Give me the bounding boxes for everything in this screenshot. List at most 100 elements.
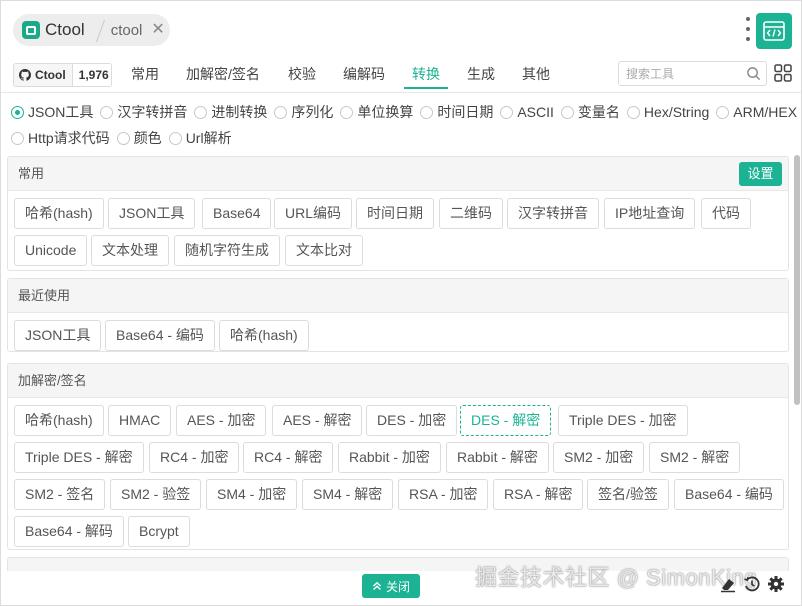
tool-button[interactable]: Rabbit - 加密 xyxy=(338,442,441,473)
tab-ctool-active[interactable]: Ctool xyxy=(13,14,99,46)
radio-circle[interactable] xyxy=(116,131,130,145)
tool-button[interactable]: Base64 - 编码 xyxy=(105,320,215,351)
tool-button[interactable]: 文本处理 xyxy=(91,235,169,266)
tool-button[interactable]: 哈希(hash) xyxy=(14,405,104,436)
tool-button[interactable]: IP地址查询 xyxy=(604,198,696,229)
radio-label: ARM/HEX xyxy=(733,104,798,120)
settings-button[interactable]: 设置 xyxy=(739,162,782,186)
tool-button[interactable]: RSA - 加密 xyxy=(398,479,489,510)
tool-button[interactable]: HMAC xyxy=(108,405,172,436)
tool-button[interactable]: 签名/验签 xyxy=(587,479,669,510)
radio-label: 进制转换 xyxy=(211,104,268,120)
tool-button[interactable]: SM4 - 加密 xyxy=(206,479,298,510)
feature-radio-group-2: Http请求代码 颜色 Url解析 xyxy=(11,128,239,148)
feature-radio-item-3[interactable]: 序列化 xyxy=(274,102,333,122)
feature-radio-item-1[interactable]: 汉字转拼音 xyxy=(100,102,187,122)
tool-button[interactable]: RC4 - 解密 xyxy=(243,442,334,473)
tool-button[interactable]: Bcrypt xyxy=(128,516,190,547)
history-icon[interactable] xyxy=(743,575,761,593)
radio-circle[interactable] xyxy=(716,105,730,119)
settings-icon[interactable] xyxy=(767,575,785,593)
radio-circle[interactable] xyxy=(560,105,574,119)
tool-button[interactable]: 哈希(hash) xyxy=(14,198,104,229)
tool-button[interactable]: Unicode xyxy=(14,235,88,266)
tool-button[interactable]: 时间日期 xyxy=(356,198,434,229)
tab-encode[interactable]: 编解码 xyxy=(343,59,385,89)
radio-circle[interactable] xyxy=(274,105,288,119)
feature-radio-json[interactable]: JSON工具 xyxy=(11,102,93,122)
tab-generate[interactable]: 生成 xyxy=(467,59,495,89)
tool-button[interactable]: JSON工具 xyxy=(14,320,102,351)
feature-radio-hex-string[interactable]: Hex/String xyxy=(626,102,709,122)
close-icon[interactable]: ✕ xyxy=(151,22,164,38)
feature-radio-arm-hex[interactable]: ARM/HEX xyxy=(716,102,797,122)
feature-radio-item-5[interactable]: 时间日期 xyxy=(420,102,493,122)
close-panel-button[interactable]: 关闭 xyxy=(362,574,420,598)
radio-label: ASCII xyxy=(517,104,554,120)
radio-label: JSON工具 xyxy=(28,104,94,120)
feature-radio-ascii[interactable]: ASCII xyxy=(500,102,554,122)
radio-circle[interactable] xyxy=(340,105,354,119)
search-input[interactable] xyxy=(619,62,739,85)
tool-button[interactable]: SM4 - 解密 xyxy=(302,479,394,510)
tool-button[interactable]: 哈希(hash) xyxy=(219,320,309,351)
tab-ctool[interactable]: ctool ✕ xyxy=(99,22,165,39)
radio-circle[interactable] xyxy=(168,131,182,145)
tool-button[interactable]: Triple DES - 解密 xyxy=(14,442,144,473)
tool-button[interactable]: Base64 xyxy=(202,198,272,229)
watermark: 掘金技术社区 @ SimonKing xyxy=(475,565,757,590)
github-badge[interactable]: Ctool 1,976 xyxy=(13,63,112,87)
tool-button[interactable]: Rabbit - 解密 xyxy=(446,442,549,473)
tool-button[interactable]: JSON工具 xyxy=(108,198,196,229)
feature-radio-http[interactable]: Http请求代码 xyxy=(11,128,110,148)
tab-crypto[interactable]: 加解密/签名 xyxy=(186,59,260,89)
tool-button[interactable]: Triple DES - 加密 xyxy=(558,405,688,436)
scrollbar[interactable] xyxy=(794,155,800,405)
grid-icon[interactable] xyxy=(774,64,792,82)
radio-circle[interactable] xyxy=(500,105,514,119)
tool-button[interactable]: 代码 xyxy=(701,198,751,229)
tool-button[interactable]: SM2 - 解密 xyxy=(649,442,741,473)
feature-radio-item-1[interactable]: 颜色 xyxy=(116,128,162,148)
tab-common[interactable]: 常用 xyxy=(131,59,159,89)
tool-button[interactable]: RC4 - 加密 xyxy=(149,442,240,473)
github-label: Ctool xyxy=(35,68,66,82)
tool-button[interactable]: 文本比对 xyxy=(285,235,363,266)
tool-button[interactable]: AES - 解密 xyxy=(272,405,363,436)
tool-button[interactable]: Base64 - 编码 xyxy=(674,479,784,510)
eraser-icon[interactable] xyxy=(719,575,737,593)
tool-button[interactable]: DES - 解密 xyxy=(460,405,552,436)
tool-button[interactable]: URL编码 xyxy=(274,198,353,229)
tool-button[interactable]: SM2 - 加密 xyxy=(553,442,645,473)
radio-circle[interactable] xyxy=(420,105,434,119)
tab-other[interactable]: 其他 xyxy=(522,59,550,89)
code-view-button[interactable] xyxy=(756,13,792,49)
tool-button[interactable]: 二维码 xyxy=(439,198,503,229)
tool-button[interactable]: Base64 - 解码 xyxy=(14,516,124,547)
radio-label: 序列化 xyxy=(291,104,334,120)
kebab-menu-icon[interactable] xyxy=(745,17,751,41)
feature-radio-item-2[interactable]: 进制转换 xyxy=(194,102,267,122)
radio-label: 颜色 xyxy=(133,130,162,146)
tool-panels: 常用 设置 哈希(hash) JSON工具 Base64 URL编码 时间日期 二维码 汉字… xyxy=(7,156,789,571)
radio-circle[interactable] xyxy=(100,105,114,119)
radio-circle[interactable] xyxy=(11,105,24,119)
radio-circle[interactable] xyxy=(626,105,640,119)
tool-button[interactable]: AES - 加密 xyxy=(176,405,267,436)
radio-circle[interactable] xyxy=(11,131,24,145)
radio-circle[interactable] xyxy=(194,105,208,119)
panel-title: 加解密/签名 xyxy=(18,373,87,388)
tool-button[interactable]: SM2 - 验签 xyxy=(110,479,202,510)
feature-radio-url[interactable]: Url解析 xyxy=(168,128,232,148)
radio-label: 单位换算 xyxy=(357,104,414,120)
tool-button[interactable]: DES - 加密 xyxy=(366,405,458,436)
tool-button[interactable]: SM2 - 签名 xyxy=(14,479,106,510)
tool-button[interactable]: 随机字符生成 xyxy=(174,235,280,266)
tab-convert[interactable]: 转换 xyxy=(404,59,448,89)
tool-button[interactable]: RSA - 解密 xyxy=(493,479,584,510)
feature-radio-item-4[interactable]: 单位换算 xyxy=(340,102,413,122)
tab-check[interactable]: 校验 xyxy=(288,59,316,89)
feature-radio-item-7[interactable]: 变量名 xyxy=(560,102,620,122)
tool-button[interactable]: 汉字转拼音 xyxy=(507,198,599,229)
search-icon[interactable] xyxy=(746,66,761,81)
